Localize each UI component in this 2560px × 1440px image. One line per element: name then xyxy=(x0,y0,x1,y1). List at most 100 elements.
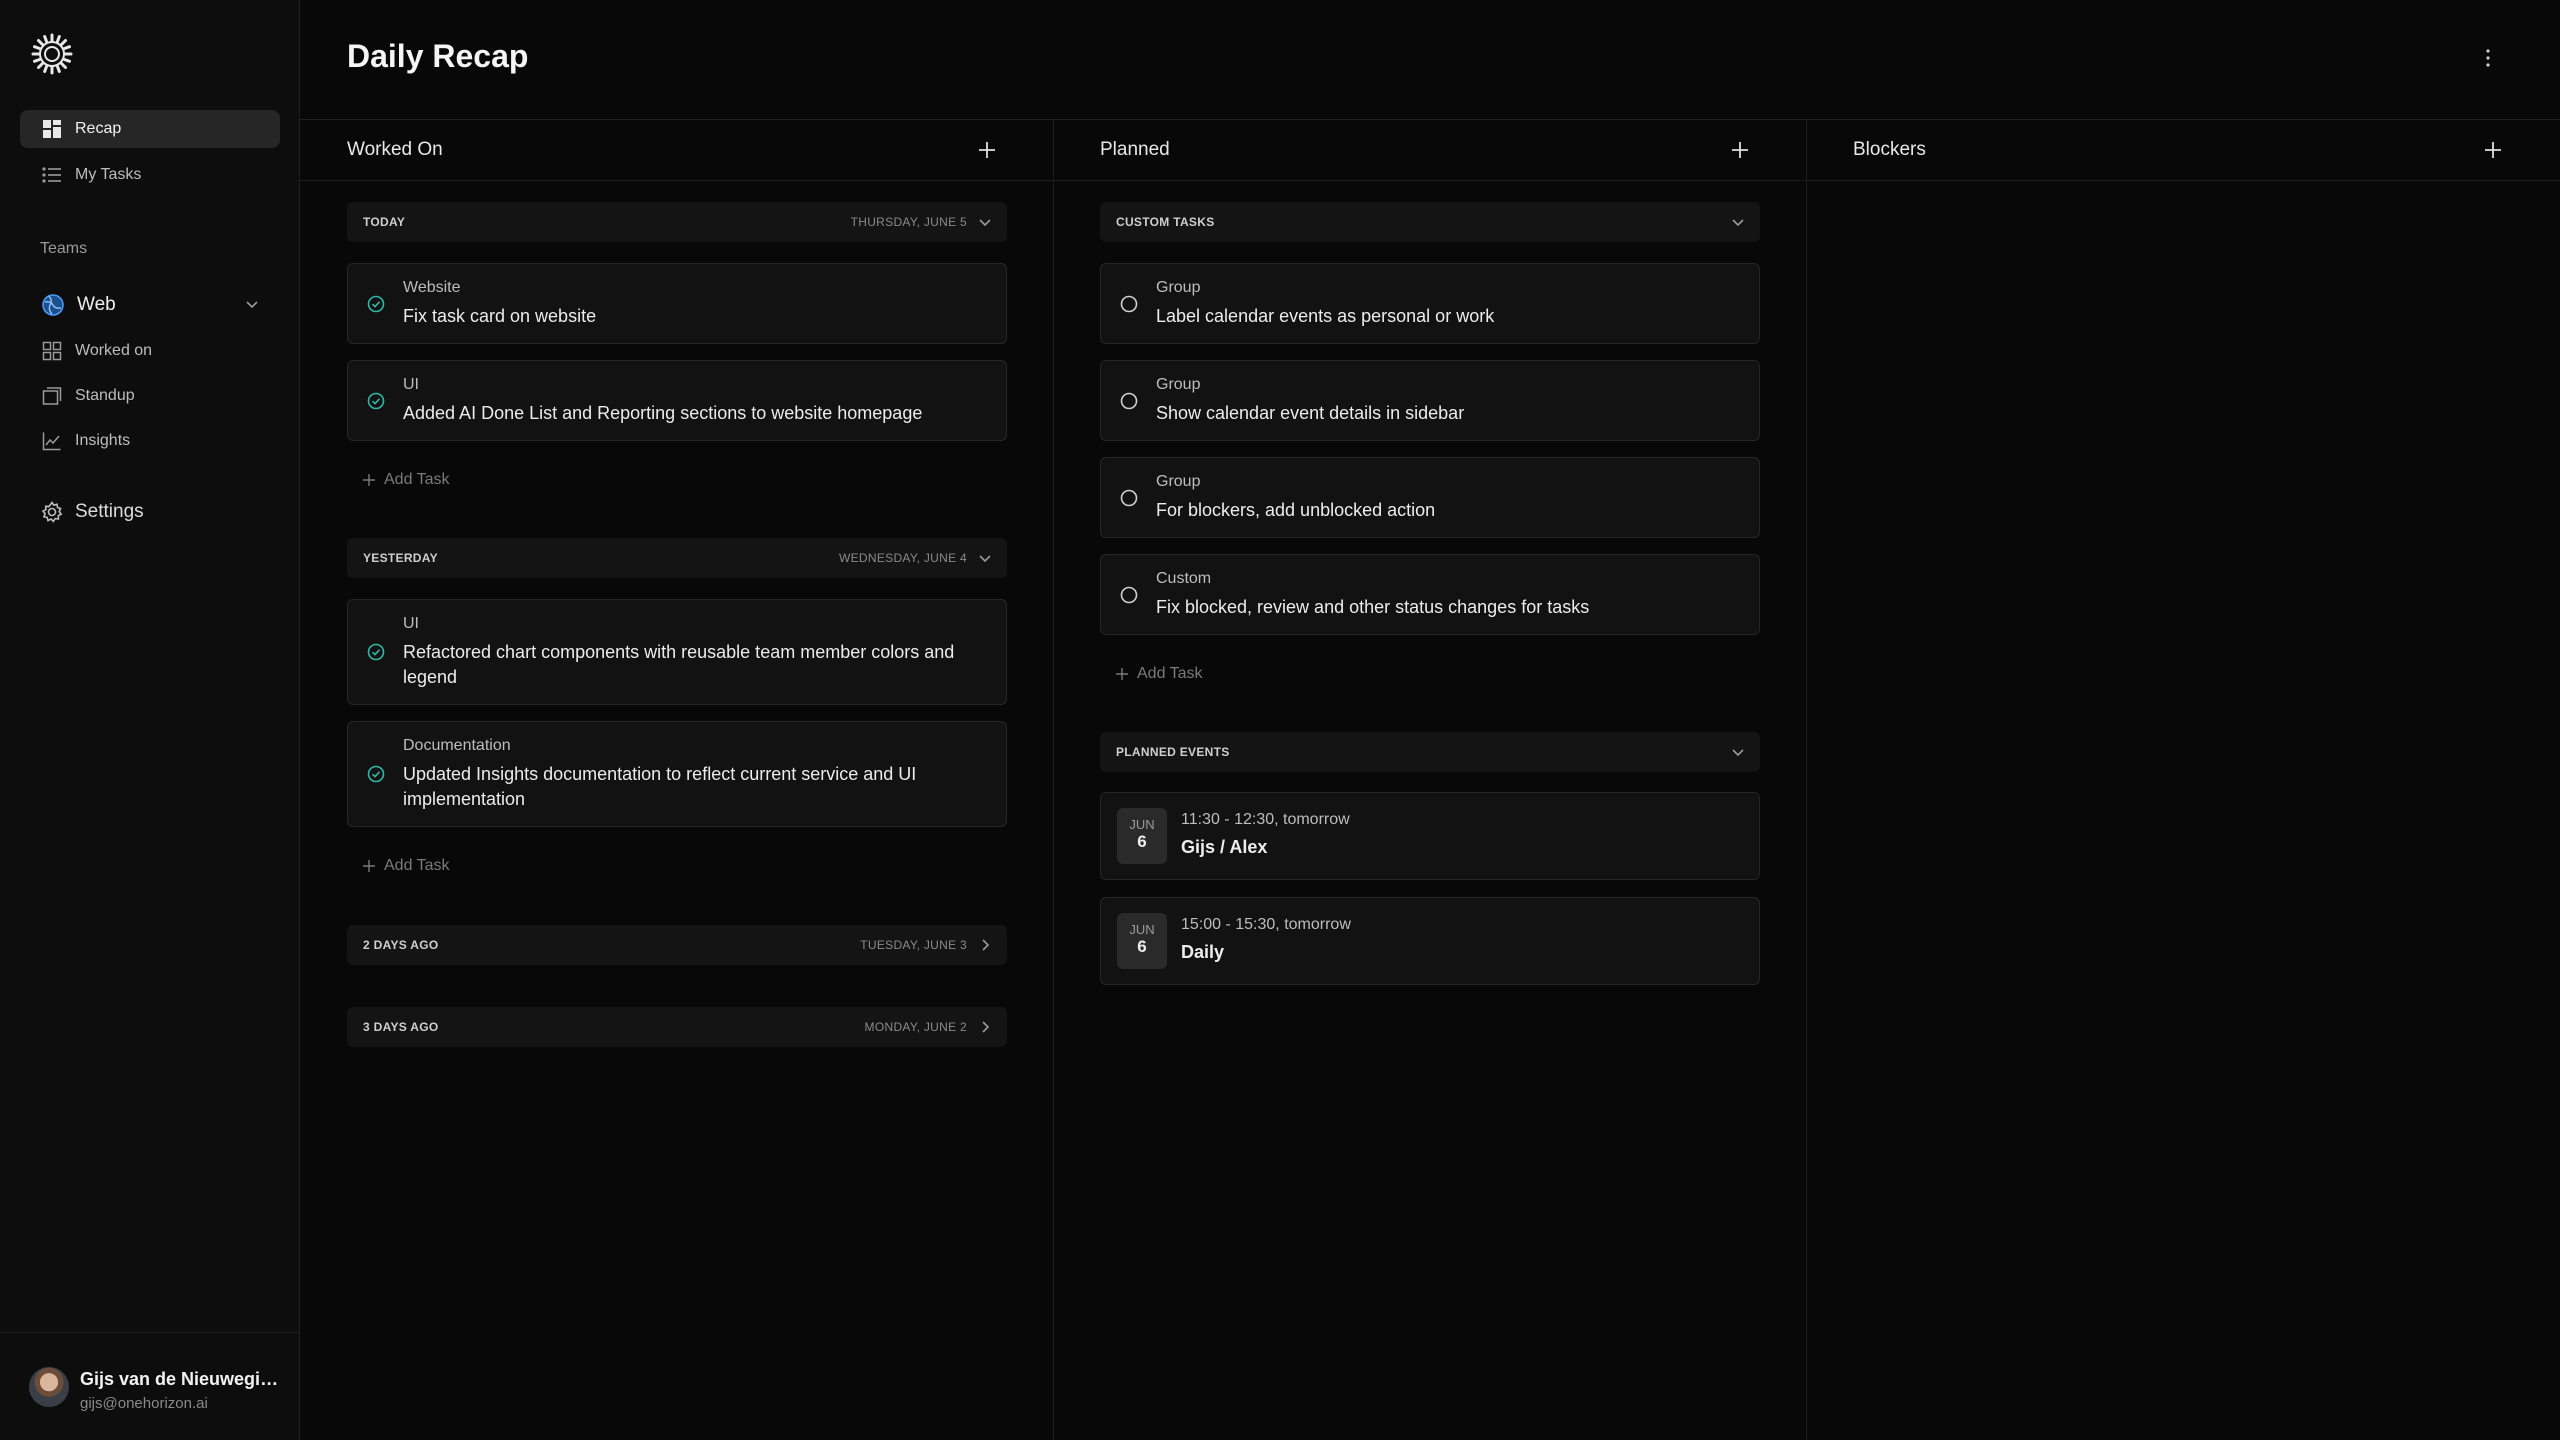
add-blocker-icon[interactable] xyxy=(2483,140,2503,160)
group-date: THURSDAY, JUNE 5 xyxy=(850,215,967,229)
event-card[interactable]: JUN 6 15:00 - 15:30, tomorrow Daily xyxy=(1100,897,1760,985)
planned-task-card[interactable]: Group Show calendar event details in sid… xyxy=(1100,360,1760,441)
event-title: Daily xyxy=(1181,942,1225,962)
task-category: Group xyxy=(1156,376,1201,393)
nav-settings[interactable]: Settings xyxy=(20,493,280,531)
group-header-2-days-ago[interactable]: 2 DAYS AGO TUESDAY, JUNE 3 xyxy=(347,925,1007,965)
nav-my-tasks-label: My Tasks xyxy=(75,166,142,183)
chevron-down-icon[interactable] xyxy=(977,214,993,230)
chevron-down-icon[interactable] xyxy=(977,550,993,566)
nav-insights[interactable]: Insights xyxy=(20,422,280,460)
task-card[interactable]: UI Refactored chart components with reus… xyxy=(347,599,1007,705)
nav-standup-label: Standup xyxy=(75,387,135,404)
group-header-planned-events[interactable]: PLANNED EVENTS xyxy=(1100,732,1760,772)
group-header-custom-tasks[interactable]: CUSTOM TASKS xyxy=(1100,202,1760,242)
task-category: Group xyxy=(1156,473,1201,490)
group-header-yesterday[interactable]: YESTERDAY WEDNESDAY, JUNE 4 xyxy=(347,538,1007,578)
profile-email: gijs@onehorizon.ai xyxy=(80,1395,208,1412)
task-title: Fix blocked, review and other status cha… xyxy=(1156,597,1590,617)
planned-task-card[interactable]: Custom Fix blocked, review and other sta… xyxy=(1100,554,1760,635)
nav-recap[interactable]: Recap xyxy=(20,110,280,148)
chevron-right-icon[interactable] xyxy=(977,937,993,953)
task-title: Refactored chart components with reusabl… xyxy=(403,642,955,687)
dashboard-icon xyxy=(41,118,63,140)
plus-icon xyxy=(1116,668,1128,680)
avatar xyxy=(29,1367,69,1407)
event-time: 15:00 - 15:30, tomorrow xyxy=(1181,916,1351,933)
nav-settings-label: Settings xyxy=(75,501,144,522)
teams-section-label: Teams xyxy=(40,240,88,257)
profile-name: Gijs van de Nieuwegiessen xyxy=(80,1369,280,1389)
page-title: Daily Recap xyxy=(347,38,529,74)
team-web-label: Web xyxy=(77,294,116,315)
group-header-3-days-ago[interactable]: 3 DAYS AGO MONDAY, JUNE 2 xyxy=(347,1007,1007,1047)
event-card[interactable]: JUN 6 11:30 - 12:30, tomorrow Gijs / Ale… xyxy=(1100,792,1760,880)
circle-icon[interactable] xyxy=(1120,489,1138,507)
check-circle-icon[interactable] xyxy=(367,765,385,783)
add-task-label: Add Task xyxy=(384,471,450,488)
more-options-icon[interactable] xyxy=(2480,46,2496,70)
team-web[interactable]: Web xyxy=(20,286,280,324)
check-circle-icon[interactable] xyxy=(367,295,385,313)
chart-line-icon xyxy=(41,430,63,452)
task-category: Documentation xyxy=(403,737,511,754)
globe-icon xyxy=(41,293,65,317)
group-label: PLANNED EVENTS xyxy=(1116,745,1230,759)
nav-worked-on[interactable]: Worked on xyxy=(20,332,280,370)
event-date-badge: JUN 6 xyxy=(1117,808,1167,864)
group-label: 3 DAYS AGO xyxy=(363,1020,439,1034)
circle-icon[interactable] xyxy=(1120,392,1138,410)
task-title: For blockers, add unblocked action xyxy=(1156,500,1436,520)
task-card[interactable]: Website Fix task card on website xyxy=(347,263,1007,344)
nav-recap-label: Recap xyxy=(75,120,122,137)
event-title: Gijs / Alex xyxy=(1181,837,1268,857)
circle-icon[interactable] xyxy=(1120,586,1138,604)
event-day: 6 xyxy=(1137,832,1147,851)
task-title: Label calendar events as personal or wor… xyxy=(1156,306,1495,326)
group-header-today[interactable]: TODAY THURSDAY, JUNE 5 xyxy=(347,202,1007,242)
gear-icon xyxy=(41,501,63,523)
add-planned-icon[interactable] xyxy=(1730,140,1750,160)
column-title-planned: Planned xyxy=(1100,139,1170,160)
circle-icon[interactable] xyxy=(1120,295,1138,313)
event-month: JUN xyxy=(1129,922,1155,937)
task-category: UI xyxy=(403,376,419,393)
planned-task-card[interactable]: Group Label calendar events as personal … xyxy=(1100,263,1760,344)
chevron-right-icon[interactable] xyxy=(977,1019,993,1035)
planned-task-card[interactable]: Group For blockers, add unblocked action xyxy=(1100,457,1760,538)
task-card[interactable]: UI Added AI Done List and Reporting sect… xyxy=(347,360,1007,441)
task-title: Updated Insights documentation to reflec… xyxy=(403,764,917,809)
nav-my-tasks[interactable]: My Tasks xyxy=(20,156,280,194)
nav-standup[interactable]: Standup xyxy=(20,377,280,415)
task-title: Fix task card on website xyxy=(403,306,597,326)
group-label: CUSTOM TASKS xyxy=(1116,215,1215,229)
app-logo-icon[interactable] xyxy=(31,33,73,75)
add-task-label: Add Task xyxy=(384,857,450,874)
check-circle-icon[interactable] xyxy=(367,643,385,661)
sidebar: Recap My Tasks Teams Web Worked on Stand… xyxy=(0,0,300,1440)
task-category: Custom xyxy=(1156,570,1212,587)
add-task-button[interactable]: Add Task xyxy=(1115,665,1203,683)
event-date-badge: JUN 6 xyxy=(1117,913,1167,969)
task-category: Group xyxy=(1156,279,1201,296)
task-card[interactable]: Documentation Updated Insights documenta… xyxy=(347,721,1007,827)
group-date: WEDNESDAY, JUNE 4 xyxy=(838,551,967,565)
add-task-button[interactable]: Add Task xyxy=(362,857,450,875)
check-circle-icon[interactable] xyxy=(367,392,385,410)
event-month: JUN xyxy=(1129,817,1155,832)
chevron-down-icon[interactable] xyxy=(1730,214,1746,230)
column-title-worked-on: Worked On xyxy=(347,139,443,160)
task-category: Website xyxy=(403,279,461,296)
event-day: 6 xyxy=(1137,937,1147,956)
add-worked-on-icon[interactable] xyxy=(977,140,997,160)
user-profile[interactable]: Gijs van de Nieuwegiessen gijs@onehorizo… xyxy=(0,1332,300,1440)
task-category: UI xyxy=(403,615,419,632)
chevron-down-icon[interactable] xyxy=(1730,744,1746,760)
group-date: MONDAY, JUNE 2 xyxy=(864,1020,967,1034)
group-label: TODAY xyxy=(363,215,406,229)
add-task-button[interactable]: Add Task xyxy=(362,471,450,489)
chevron-down-icon[interactable] xyxy=(244,296,260,312)
column-divider xyxy=(1806,120,1807,1440)
column-header-divider xyxy=(300,180,2560,181)
group-date: TUESDAY, JUNE 3 xyxy=(860,938,967,952)
